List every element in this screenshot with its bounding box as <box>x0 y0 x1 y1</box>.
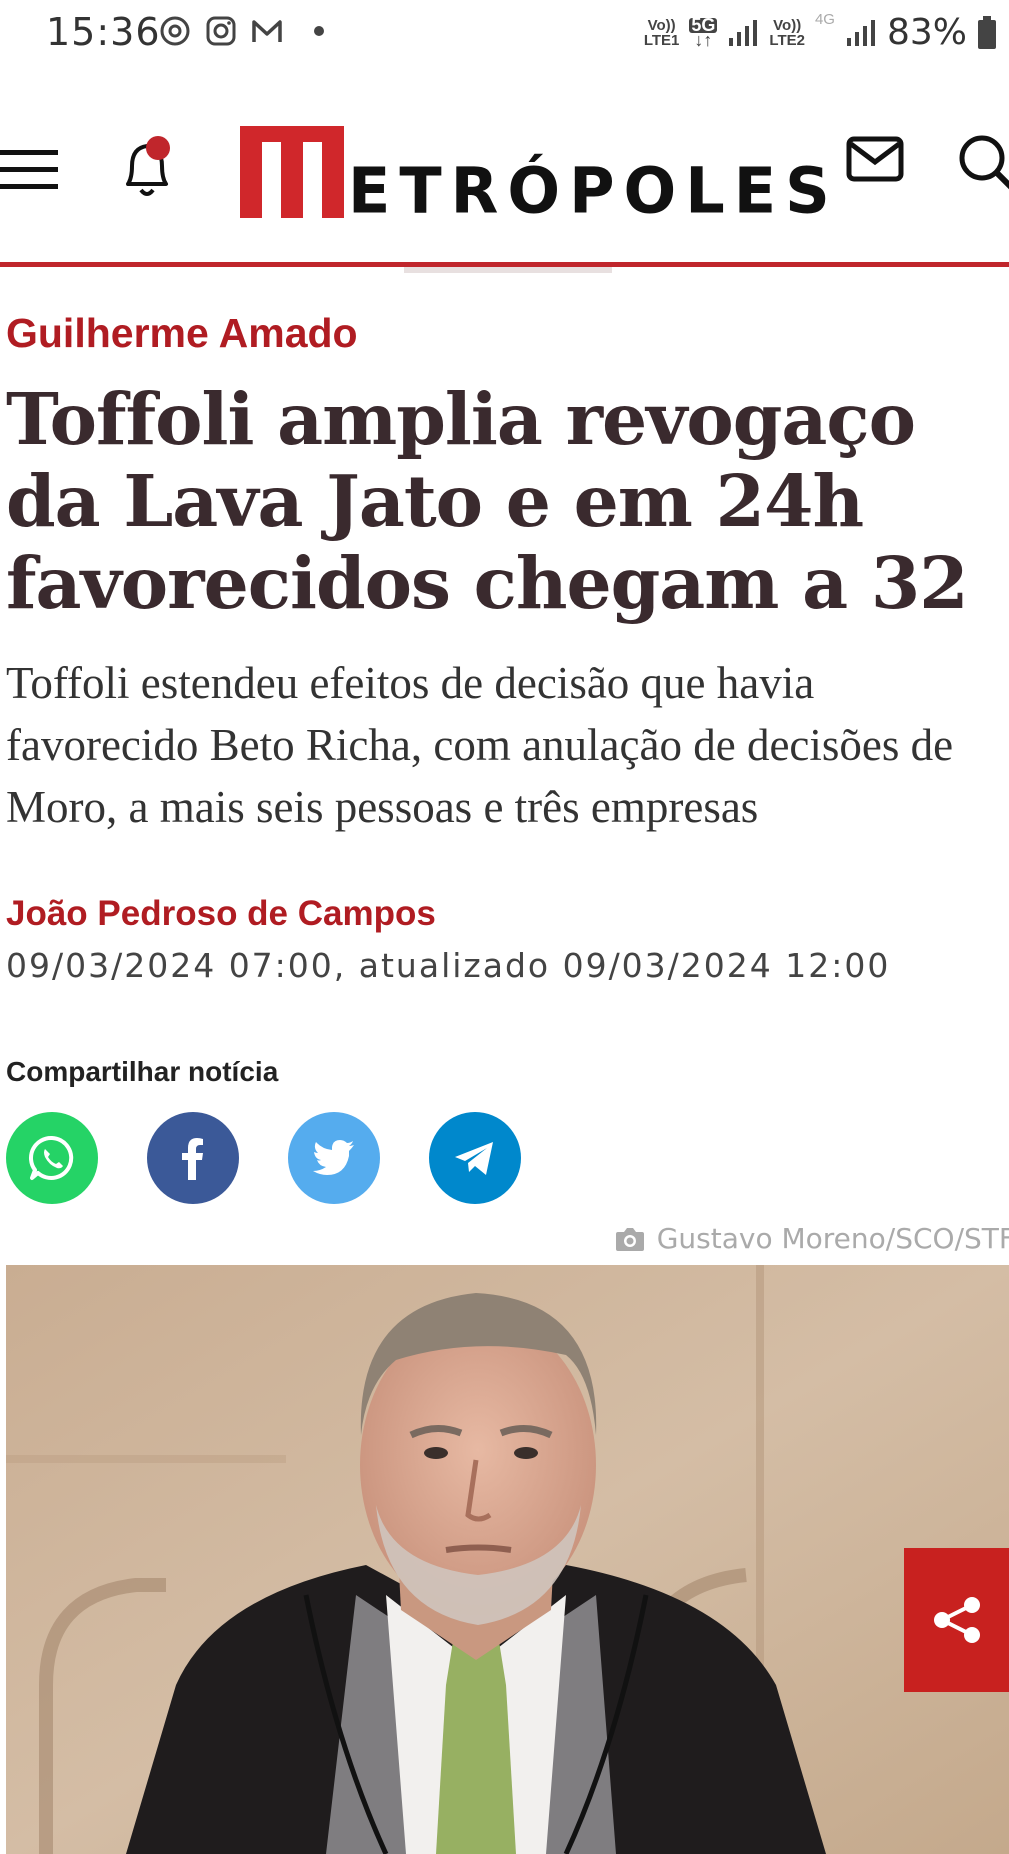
facebook-share-button[interactable] <box>147 1112 239 1204</box>
metropoles-logo[interactable]: ETRÓPOLES <box>240 118 839 222</box>
photo-illustration <box>6 1265 1009 1854</box>
logo-text: ETRÓPOLES <box>348 153 839 228</box>
volte2-indicator: Vo)) LTE2 <box>769 16 805 49</box>
5g-indicator: 5G ↓↑ <box>689 14 718 50</box>
battery-icon <box>978 15 996 49</box>
telegram-icon <box>455 1142 493 1175</box>
status-system-icons: Vo)) LTE1 5G ↓↑ Vo)) LTE2 4G 83% <box>644 12 997 53</box>
twitter-icon <box>313 1140 354 1175</box>
facebook-icon <box>182 1138 203 1180</box>
status-notification-icons <box>158 14 324 48</box>
logo-m-mark <box>240 126 344 218</box>
column-name-wrapper: Guilherme Amado <box>6 310 1006 357</box>
camera-icon <box>615 1227 644 1251</box>
volte1-indicator: Vo)) LTE1 <box>643 16 680 49</box>
sync-icon <box>160 16 190 46</box>
share-label: Compartilhar notícia <box>6 1056 279 1087</box>
article-author[interactable]: João Pedroso de Campos <box>6 894 436 934</box>
site-header: ETRÓPOLES <box>0 96 1009 266</box>
twitter-share-button[interactable] <box>288 1112 380 1204</box>
whatsapp-share-button[interactable] <box>6 1112 98 1204</box>
telegram-share-button[interactable] <box>429 1112 521 1204</box>
article-summary: Toffoli estendeu efeitos de decisão que … <box>6 658 954 832</box>
status-time: 15:36 <box>46 10 161 54</box>
article-headline: Toffoli amplia revogaço da Lava Jato e e… <box>6 377 969 625</box>
notification-dot <box>314 26 324 36</box>
gmail-icon <box>252 20 282 42</box>
whatsapp-icon <box>29 1135 74 1180</box>
bell-icon[interactable] <box>116 132 178 202</box>
instagram-icon <box>206 16 236 46</box>
4g-indicator: 4G <box>814 11 835 28</box>
menu-icon[interactable] <box>0 148 60 192</box>
photo-credit-text: Gustavo Moreno/SCO/STF <box>656 1222 1009 1255</box>
article-photo[interactable] <box>6 1265 1009 1854</box>
signal-1-icon <box>729 19 758 46</box>
status-bar: 15:36 Vo)) LTE1 5G ↓↑ Vo)) LTE2 4G 83% <box>0 0 1009 66</box>
photo-credit: Gustavo Moreno/SCO/STF <box>615 1222 1009 1255</box>
mail-icon[interactable] <box>846 136 904 182</box>
share-buttons <box>6 1112 521 1204</box>
article-dateline: 09/03/2024 07:00, atualizado 09/03/2024 … <box>6 946 891 985</box>
battery-percent: 83% <box>886 12 967 53</box>
search-icon[interactable] <box>956 132 1009 192</box>
floating-share-button[interactable] <box>904 1548 1009 1692</box>
signal-2-icon <box>846 19 875 46</box>
column-name[interactable]: Guilherme Amado <box>6 310 358 356</box>
header-tab-indicator <box>404 267 612 273</box>
share-icon <box>933 1597 980 1643</box>
